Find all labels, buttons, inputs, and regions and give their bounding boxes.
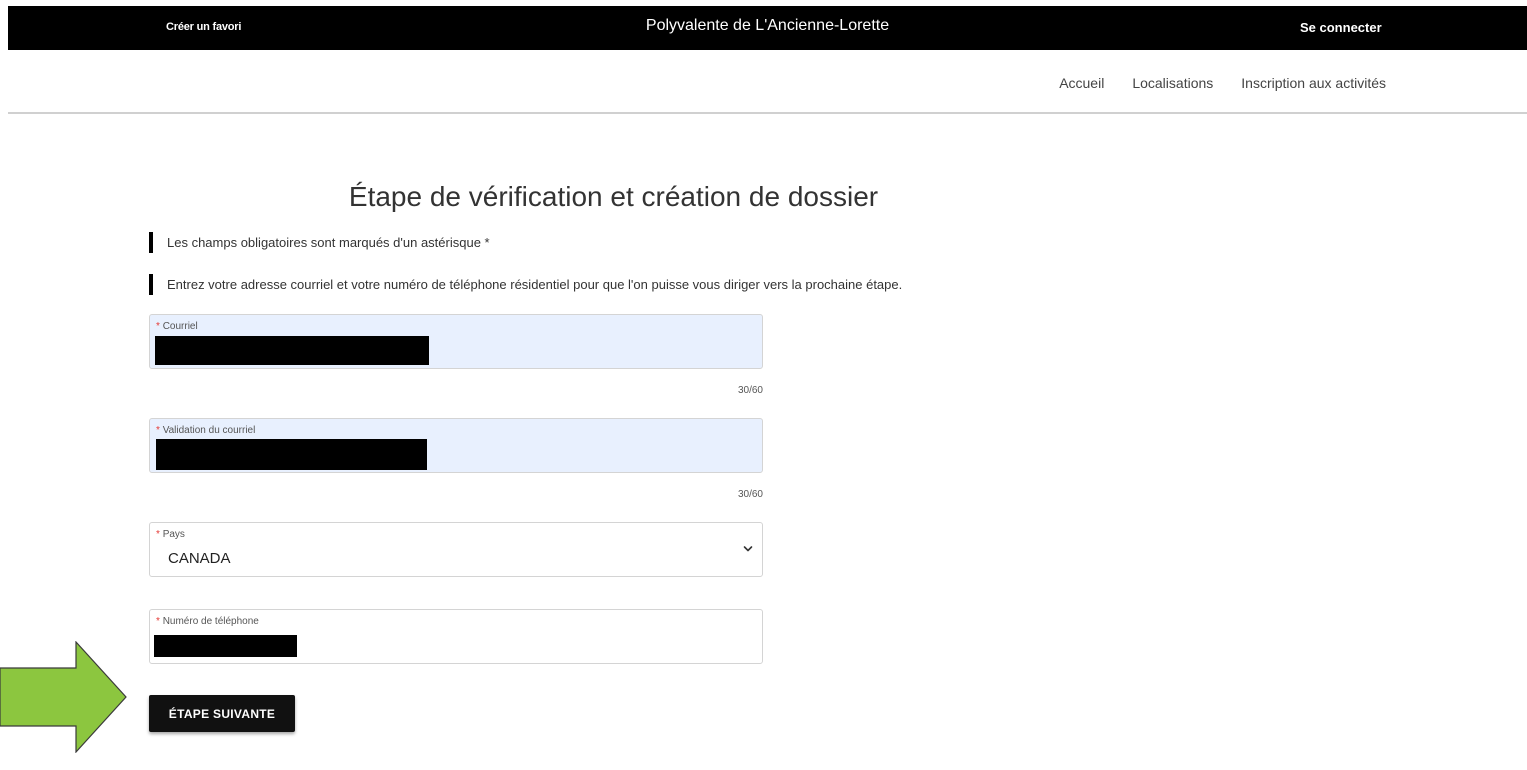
chevron-down-icon bbox=[743, 546, 753, 552]
email-confirm-label-text: Validation du courriel bbox=[162, 425, 256, 436]
country-selected-value: CANADA bbox=[168, 550, 231, 567]
required-asterisk: * bbox=[156, 529, 160, 540]
page-title-container: Étape de vérification et création de dos… bbox=[150, 181, 1077, 213]
arrow-right-icon bbox=[0, 641, 127, 753]
notice-bar bbox=[149, 232, 153, 253]
top-bar: Créer un favori Polyvalente de L'Ancienn… bbox=[8, 6, 1527, 50]
login-link[interactable]: Se connecter bbox=[1300, 20, 1382, 35]
nav-item-activity-registration[interactable]: Inscription aux activités bbox=[1241, 75, 1386, 91]
email-confirm-field-label: * Validation du courriel bbox=[156, 425, 255, 436]
email-char-counter: 30/60 bbox=[737, 385, 763, 396]
phone-field-label: * Numéro de téléphone bbox=[156, 616, 259, 627]
phone-label-text: Numéro de téléphone bbox=[162, 616, 259, 627]
country-select-label: * Pays bbox=[156, 529, 185, 540]
required-fields-notice-text: Les champs obligatoires sont marqués d'u… bbox=[167, 235, 490, 250]
redacted-value bbox=[156, 439, 427, 470]
page-title: Étape de vérification et création de dos… bbox=[348, 181, 879, 212]
email-field-label: * Courriel bbox=[156, 321, 198, 332]
required-asterisk: * bbox=[156, 425, 160, 436]
redacted-value bbox=[154, 635, 297, 657]
nav-item-locations[interactable]: Localisations bbox=[1132, 75, 1213, 91]
instructions-notice-text: Entrez votre adresse courriel et votre n… bbox=[167, 277, 903, 292]
nav-divider bbox=[8, 112, 1527, 114]
email-confirm-char-counter: 30/60 bbox=[737, 489, 763, 500]
required-asterisk: * bbox=[156, 321, 160, 332]
instructions-notice: Entrez votre adresse courriel et votre n… bbox=[149, 274, 902, 295]
phone-field[interactable]: * Numéro de téléphone bbox=[149, 609, 763, 664]
required-fields-notice: Les champs obligatoires sont marqués d'u… bbox=[149, 232, 490, 253]
country-select[interactable]: * Pays CANADA bbox=[149, 522, 763, 577]
main-nav: Accueil Localisations Inscription aux ac… bbox=[1059, 75, 1386, 91]
next-step-button[interactable]: ÉTAPE SUIVANTE bbox=[149, 695, 295, 732]
redacted-value bbox=[155, 336, 429, 365]
nav-item-home[interactable]: Accueil bbox=[1059, 75, 1104, 91]
email-confirm-field[interactable]: * Validation du courriel bbox=[149, 418, 763, 473]
country-label-text: Pays bbox=[162, 529, 185, 540]
notice-bar bbox=[149, 274, 153, 295]
email-label-text: Courriel bbox=[162, 321, 198, 332]
required-asterisk: * bbox=[156, 616, 160, 627]
email-field[interactable]: * Courriel bbox=[149, 314, 763, 369]
